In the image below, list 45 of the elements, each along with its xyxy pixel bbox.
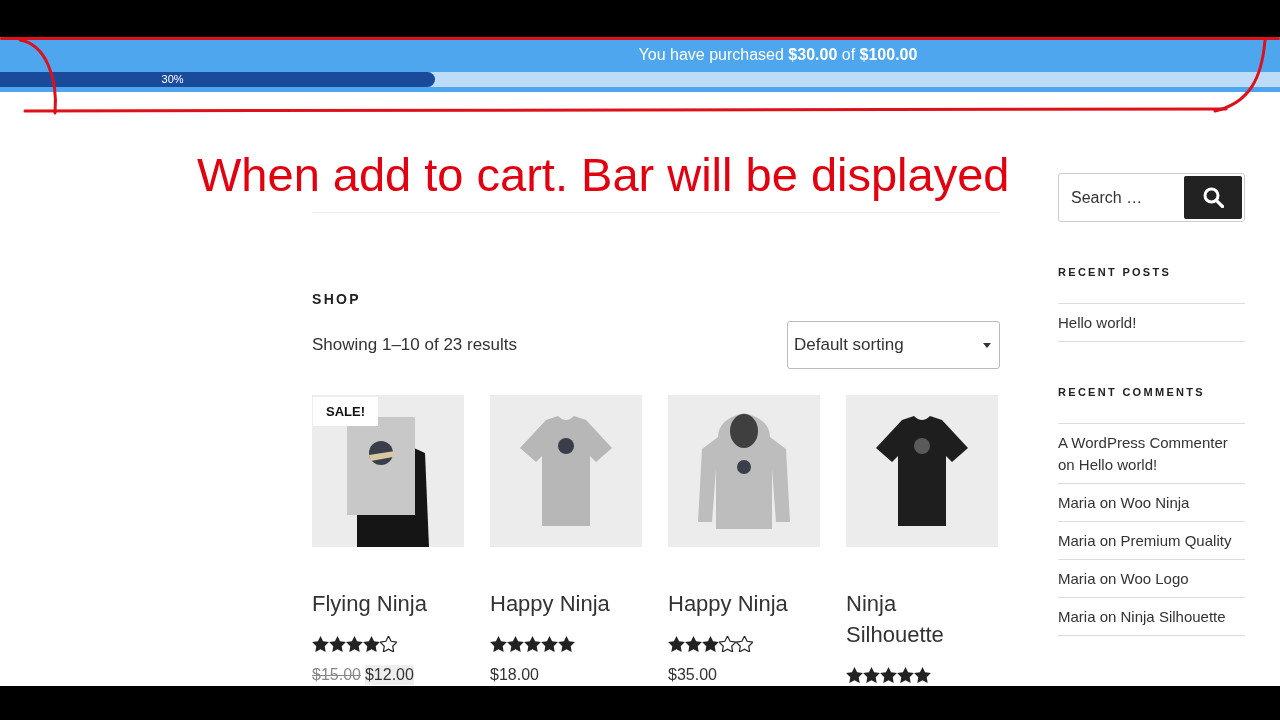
sort-select[interactable]: Default sorting — [787, 321, 1000, 369]
comment-link[interactable]: Maria on Premium Quality — [1058, 529, 1232, 552]
star-icon — [897, 667, 914, 683]
price: $12.00 — [364, 665, 414, 685]
price: $18.00 — [490, 665, 539, 685]
purchase-message: You have purchased $30.00 of $100.00 — [638, 45, 918, 64]
search-button[interactable] — [1184, 176, 1242, 219]
comment-link[interactable]: A WordPress Commenter on Hello world! — [1058, 431, 1245, 476]
star-icon — [380, 636, 397, 652]
widget-title: RECENT COMMENTS — [1058, 385, 1205, 400]
progress-label: 30% — [161, 73, 184, 86]
star-icon — [863, 667, 880, 683]
star-icon — [541, 636, 558, 652]
search-icon — [1202, 187, 1224, 208]
star-icon — [668, 636, 685, 652]
comment-link[interactable]: Maria on Woo Logo — [1058, 567, 1189, 590]
product-title[interactable]: Happy Ninja — [490, 588, 610, 619]
star-icon — [719, 636, 736, 652]
price: $35.00 — [668, 665, 717, 685]
product-title[interactable]: Happy Ninja — [668, 588, 788, 619]
star-icon — [846, 667, 863, 683]
star-icon — [363, 636, 380, 652]
star-icon — [312, 636, 329, 652]
star-icon — [490, 636, 507, 652]
star-icon — [685, 636, 702, 652]
star-icon — [346, 636, 363, 652]
old-price: $15.00 — [312, 665, 361, 685]
widget-title: RECENT POSTS — [1058, 265, 1172, 280]
product-title[interactable]: Flying Ninja — [312, 588, 427, 619]
caret-icon — [983, 342, 991, 348]
comment-link[interactable]: Maria on Woo Ninja — [1058, 491, 1190, 514]
product-title[interactable]: Ninja Silhouette — [846, 588, 998, 650]
star-icon — [329, 636, 346, 652]
star-icon — [558, 636, 575, 652]
star-icon — [702, 636, 719, 652]
comment-link[interactable]: Maria on Ninja Silhouette — [1058, 605, 1226, 628]
star-icon — [524, 636, 541, 652]
page-title: SHOP — [312, 290, 361, 309]
star-icon — [880, 667, 897, 683]
result-count: Showing 1–10 of 23 results — [312, 335, 518, 355]
star-icon — [914, 667, 931, 683]
post-link[interactable]: Hello world! — [1058, 311, 1137, 334]
star-icon — [736, 636, 753, 652]
sale-badge: SALE! — [313, 397, 378, 426]
star-icon — [507, 636, 524, 652]
